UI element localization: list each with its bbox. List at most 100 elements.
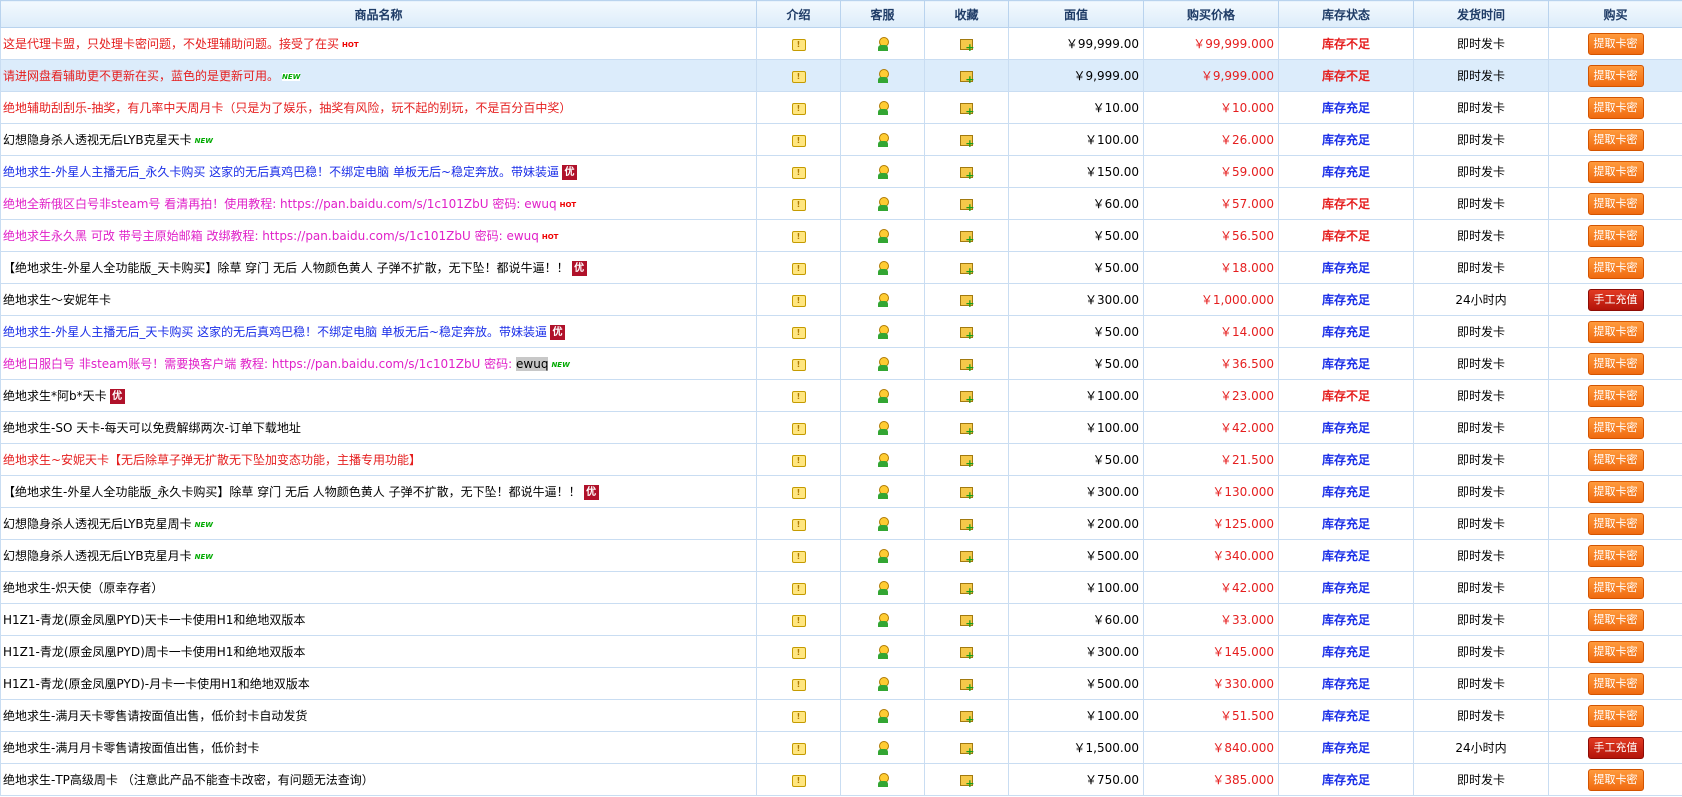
intro-cell[interactable]: ! (756, 443, 841, 476)
extract-card-button[interactable]: 提取卡密 (1587, 512, 1644, 535)
product-name-link[interactable]: 请进网盘看辅助更不更新在买，蓝色的是更新可用。 (3, 69, 279, 83)
cs-cell[interactable] (840, 251, 925, 284)
notice-icon[interactable]: ! (791, 743, 806, 755)
cs-cell[interactable] (840, 603, 925, 636)
product-name-cell[interactable]: H1Z1-青龙(原金凤凰PYD)周卡一卡使用H1和绝地双版本 (0, 635, 757, 668)
extract-card-button[interactable]: 提取卡密 (1587, 128, 1644, 151)
notice-icon[interactable]: ! (791, 103, 806, 115)
product-name-link[interactable]: H1Z1-青龙(原金凤凰PYD)周卡一卡使用H1和绝地双版本 (3, 645, 305, 659)
product-name-cell[interactable]: 绝地辅助刮刮乐-抽奖，有几率中天周月卡（只是为了娱乐，抽奖有风险，玩不起的别玩，… (0, 91, 757, 124)
cs-cell[interactable] (840, 539, 925, 572)
add-favorite-icon[interactable] (959, 70, 975, 85)
product-name-link[interactable]: 绝地求生～安妮年卡 (3, 293, 111, 307)
cs-cell[interactable] (840, 571, 925, 604)
notice-icon[interactable]: ! (791, 359, 806, 371)
add-favorite-icon[interactable] (959, 486, 975, 501)
intro-cell[interactable]: ! (756, 187, 841, 220)
extract-card-button[interactable]: 提取卡密 (1587, 64, 1644, 87)
fav-cell[interactable] (924, 219, 1009, 252)
customer-service-icon[interactable] (877, 260, 889, 275)
fav-cell[interactable] (924, 539, 1009, 572)
product-name-cell[interactable]: 这是代理卡盟，只处理卡密问题，不处理辅助问题。接受了在买 HOT (0, 27, 757, 60)
manual-recharge-button[interactable]: 手工充值 (1587, 736, 1644, 759)
intro-cell[interactable]: ! (756, 699, 841, 732)
customer-service-icon[interactable] (877, 644, 889, 659)
product-name-link[interactable]: 幻想隐身杀人透视无后LYB克星月卡 (3, 549, 192, 563)
add-favorite-icon[interactable] (959, 422, 975, 437)
fav-cell[interactable] (924, 347, 1009, 380)
fav-cell[interactable] (924, 571, 1009, 604)
notice-icon[interactable]: ! (791, 647, 806, 659)
cs-cell[interactable] (840, 731, 925, 764)
product-name-link[interactable]: H1Z1-青龙(原金凤凰PYD)天卡一卡使用H1和绝地双版本 (3, 613, 305, 627)
intro-cell[interactable]: ! (756, 155, 841, 188)
customer-service-icon[interactable] (877, 324, 889, 339)
product-name-cell[interactable]: 绝地求生~安妮天卡【无后除草子弹无扩散无下坠加变态功能，主播专用功能】 (0, 443, 757, 476)
intro-cell[interactable]: ! (756, 571, 841, 604)
customer-service-icon[interactable] (877, 292, 889, 307)
product-name-link[interactable]: 绝地求生-SO 天卡-每天可以免费解绑两次-订单下载地址 (3, 421, 301, 435)
cs-cell[interactable] (840, 411, 925, 444)
cs-cell[interactable] (840, 507, 925, 540)
cs-cell[interactable] (840, 283, 925, 316)
cs-cell[interactable] (840, 91, 925, 124)
manual-recharge-button[interactable]: 手工充值 (1587, 288, 1644, 311)
extract-card-button[interactable]: 提取卡密 (1587, 384, 1644, 407)
intro-cell[interactable]: ! (756, 283, 841, 316)
intro-cell[interactable]: ! (756, 123, 841, 156)
product-name-link[interactable]: 绝地求生*阿b*天卡 (3, 389, 107, 403)
product-name-cell[interactable]: 幻想隐身杀人透视无后LYB克星天卡 NEW (0, 123, 757, 156)
extract-card-button[interactable]: 提取卡密 (1587, 448, 1644, 471)
extract-card-button[interactable]: 提取卡密 (1587, 704, 1644, 727)
product-name-link[interactable]: 【绝地求生-外星人全功能版_永久卡购买】除草 穿门 无后 人物颜色黄人 子弹不扩… (3, 485, 581, 499)
notice-icon[interactable]: ! (791, 135, 806, 147)
product-name-link[interactable]: 绝地求生-满月月卡零售请按面值出售，低价封卡 (3, 741, 259, 755)
product-name-cell[interactable]: 绝地求生-SO 天卡-每天可以免费解绑两次-订单下载地址 (0, 411, 757, 444)
cs-cell[interactable] (840, 667, 925, 700)
notice-icon[interactable]: ! (791, 71, 806, 83)
add-favorite-icon[interactable] (959, 38, 975, 53)
add-favorite-icon[interactable] (959, 678, 975, 693)
add-favorite-icon[interactable] (959, 390, 975, 405)
fav-cell[interactable] (924, 379, 1009, 412)
extract-card-button[interactable]: 提取卡密 (1587, 224, 1644, 247)
add-favorite-icon[interactable] (959, 294, 975, 309)
intro-cell[interactable]: ! (756, 475, 841, 508)
cs-cell[interactable] (840, 475, 925, 508)
notice-icon[interactable]: ! (791, 391, 806, 403)
cs-cell[interactable] (840, 219, 925, 252)
cs-cell[interactable] (840, 155, 925, 188)
notice-icon[interactable]: ! (791, 295, 806, 307)
customer-service-icon[interactable] (877, 612, 889, 627)
notice-icon[interactable]: ! (791, 327, 806, 339)
fav-cell[interactable] (924, 699, 1009, 732)
notice-icon[interactable]: ! (791, 775, 806, 787)
notice-icon[interactable]: ! (791, 167, 806, 179)
notice-icon[interactable]: ! (791, 583, 806, 595)
intro-cell[interactable]: ! (756, 219, 841, 252)
customer-service-icon[interactable] (877, 196, 889, 211)
add-favorite-icon[interactable] (959, 198, 975, 213)
extract-card-button[interactable]: 提取卡密 (1587, 608, 1644, 631)
notice-icon[interactable]: ! (791, 263, 806, 275)
notice-icon[interactable]: ! (791, 615, 806, 627)
product-name-cell[interactable]: H1Z1-青龙(原金凤凰PYD)天卡一卡使用H1和绝地双版本 (0, 603, 757, 636)
fav-cell[interactable] (924, 443, 1009, 476)
product-name-link[interactable]: 绝地求生-外星人主播无后_永久卡购买 这家的无后真鸡巴稳！不绑定电脑 单板无后~… (3, 165, 559, 179)
fav-cell[interactable] (924, 507, 1009, 540)
cs-cell[interactable] (840, 347, 925, 380)
intro-cell[interactable]: ! (756, 411, 841, 444)
add-favorite-icon[interactable] (959, 230, 975, 245)
fav-cell[interactable] (924, 411, 1009, 444)
notice-icon[interactable]: ! (791, 711, 806, 723)
product-name-cell[interactable]: 绝地求生～安妮年卡 (0, 283, 757, 316)
add-favorite-icon[interactable] (959, 710, 975, 725)
product-name-link[interactable]: 绝地辅助刮刮乐-抽奖，有几率中天周月卡（只是为了娱乐，抽奖有风险，玩不起的别玩，… (3, 101, 571, 115)
product-name-cell[interactable]: 绝地日服白号 非steam账号！需要换客户端 教程: https://pan.b… (0, 347, 757, 380)
extract-card-button[interactable]: 提取卡密 (1587, 576, 1644, 599)
extract-card-button[interactable]: 提取卡密 (1587, 320, 1644, 343)
add-favorite-icon[interactable] (959, 774, 975, 789)
fav-cell[interactable] (924, 315, 1009, 348)
intro-cell[interactable]: ! (756, 603, 841, 636)
product-name-link[interactable]: 这是代理卡盟，只处理卡密问题，不处理辅助问题。接受了在买 (3, 37, 339, 51)
